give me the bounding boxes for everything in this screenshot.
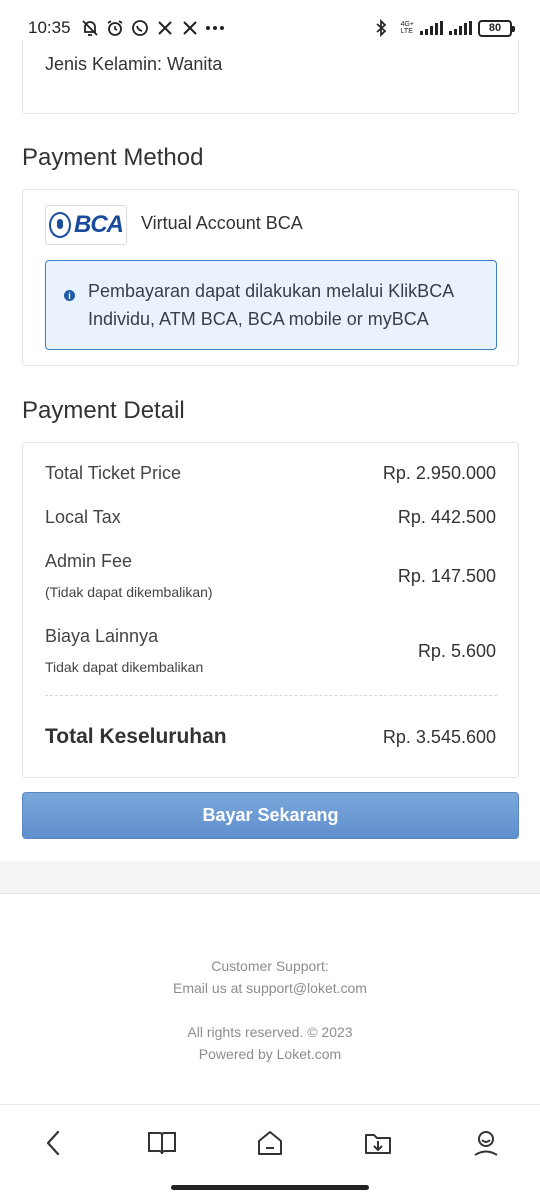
payment-info-box: i Pembayaran dapat dilakukan melalui Kli… xyxy=(45,260,497,350)
row-sub-other-fee: Tidak dapat dikembalikan xyxy=(45,659,204,675)
bca-logo-text: BCA xyxy=(74,211,124,238)
row-value-other-fee: Rp. 5.600 xyxy=(417,641,496,661)
total-value: Rp. 3.545.600 xyxy=(382,727,496,747)
home-indicator[interactable] xyxy=(171,1185,369,1190)
row-label-total-ticket: Total Ticket Price xyxy=(45,463,182,483)
whatsapp-icon xyxy=(129,17,151,39)
support-title: Customer Support: xyxy=(211,958,329,974)
support-email[interactable]: Email us at support@loket.com xyxy=(0,980,540,996)
row-label-local-tax: Local Tax xyxy=(45,507,121,527)
more-icon xyxy=(204,17,226,39)
detail-divider xyxy=(45,695,497,696)
copyright-text: All rights reserved. © 2023 xyxy=(187,1024,353,1040)
payment-method-title: Payment Method xyxy=(22,144,204,171)
bca-emblem-icon xyxy=(49,212,71,238)
payment-info-text: Pembayaran dapat dilakukan melalui KlikB… xyxy=(88,281,454,329)
payment-detail-title: Payment Detail xyxy=(22,397,185,424)
section-separator xyxy=(0,861,540,894)
download-icon xyxy=(365,1134,391,1154)
gender-text: Jenis Kelamin: Wanita xyxy=(45,54,223,74)
back-icon xyxy=(46,1130,60,1156)
home-icon xyxy=(258,1131,282,1155)
info-icon: i xyxy=(64,290,75,301)
back-button[interactable] xyxy=(36,1125,72,1161)
row-value-admin-fee: Rp. 147.500 xyxy=(397,566,496,586)
bca-logo: BCA xyxy=(45,205,127,245)
profile-icon xyxy=(474,1131,498,1156)
battery-icon: 80 xyxy=(478,19,515,37)
network-type-bottom: LTE xyxy=(400,28,413,35)
alarm-icon xyxy=(104,17,126,39)
status-right: 4G+ LTE 80 xyxy=(370,17,515,39)
signal-icon xyxy=(420,21,443,35)
status-time: 10:35 xyxy=(28,18,71,37)
network-label: 4G+ LTE xyxy=(401,21,414,35)
bluetooth-icon xyxy=(370,17,392,39)
pay-now-button[interactable]: Bayar Sekarang xyxy=(22,792,519,839)
powered-by-text[interactable]: Powered by Loket.com xyxy=(0,1046,540,1062)
downloads-button[interactable] xyxy=(360,1125,396,1161)
payment-detail-card: Total Ticket Price Rp. 2.950.000 Local T… xyxy=(22,442,519,778)
payment-method-name: Virtual Account BCA xyxy=(141,213,303,233)
signal-icon xyxy=(449,21,472,35)
book-icon xyxy=(148,1132,176,1155)
total-label: Total Keseluruhan xyxy=(45,725,227,748)
muted-bell-icon xyxy=(79,17,101,39)
attendee-card: Jenis Kelamin: Wanita xyxy=(22,40,519,114)
row-label-admin-fee: Admin Fee xyxy=(45,551,133,571)
bookmarks-button[interactable] xyxy=(144,1125,180,1161)
network-type-top: 4G+ xyxy=(400,21,414,28)
row-value-local-tax: Rp. 442.500 xyxy=(397,507,496,527)
profile-button[interactable] xyxy=(468,1125,504,1161)
home-button[interactable] xyxy=(252,1125,288,1161)
row-label-other-fee: Biaya Lainnya xyxy=(45,626,159,646)
row-value-total-ticket: Rp. 2.950.000 xyxy=(382,463,496,483)
x-icon xyxy=(179,17,201,39)
x-icon xyxy=(154,17,176,39)
row-sub-admin-fee: (Tidak dapat dikembalikan) xyxy=(45,584,213,600)
bottom-nav xyxy=(0,1104,540,1200)
payment-method-card[interactable]: BCA Virtual Account BCA i Pembayaran dap… xyxy=(22,189,519,366)
